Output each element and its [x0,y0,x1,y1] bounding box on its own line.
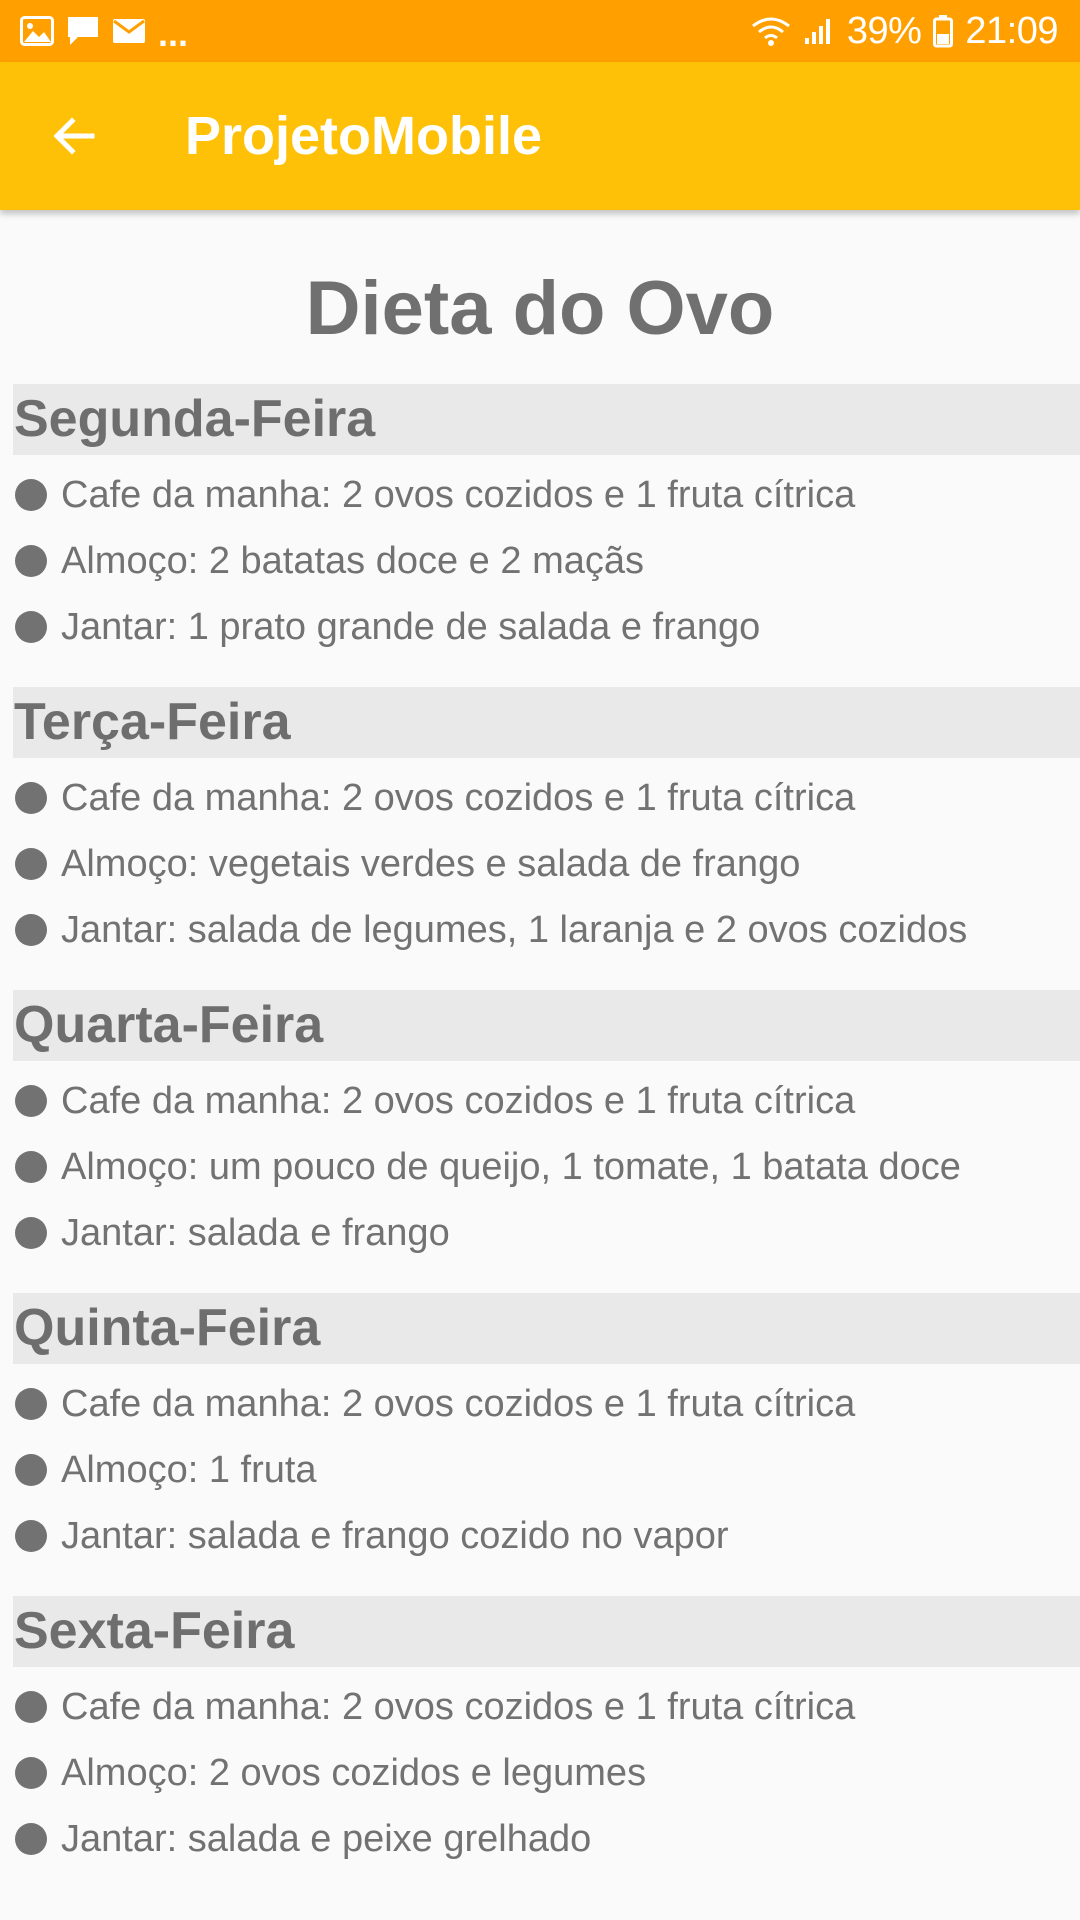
meal-item: Almoço: vegetais verdes e salada de fran… [13,831,1080,897]
page-title: Dieta do Ovo [305,266,775,351]
image-icon [20,16,54,46]
day-section: Quarta-Feira Cafe da manha: 2 ovos cozido… [13,990,1080,1293]
meal-item: Almoço: um pouco de queijo, 1 tomate, 1 … [13,1134,1080,1200]
day-header: Quarta-Feira [13,990,1080,1061]
bullet-icon [15,611,47,643]
day-section: Sexta-Feira Cafe da manha: 2 ovos cozidos… [13,1596,1080,1899]
bullet-icon [15,479,47,511]
bullet-icon [15,1454,47,1486]
day-section: Terça-Feira Cafe da manha: 2 ovos cozidos… [13,687,1080,990]
day-header: Quinta-Feira [13,1293,1080,1364]
diet-content: Dieta do Ovo Segunda-Feira Cafe da manha:… [0,210,1080,1899]
day-header: Sexta-Feira [13,1596,1080,1667]
meal-text: Almoço: vegetais verdes e salada de fran… [61,842,801,885]
meal-text: Almoço: 1 fruta [61,1448,317,1491]
meal-text: Cafe da manha: 2 ovos cozidos e 1 fruta … [61,1079,856,1122]
meal-list: Cafe da manha: 2 ovos cozidos e 1 fruta … [13,1061,1080,1293]
meal-text: Cafe da manha: 2 ovos cozidos e 1 fruta … [61,1382,856,1425]
meal-item: Jantar: salada e frango cozido no vapor [13,1503,1080,1569]
meal-text: Almoço: 2 ovos cozidos e legumes [61,1751,647,1794]
meal-text: Jantar: salada e frango cozido no vapor [61,1514,729,1557]
meal-item: Almoço: 2 ovos cozidos e legumes [13,1740,1080,1806]
day-header: Segunda-Feira [13,384,1080,455]
day-header: Terça-Feira [13,687,1080,758]
meal-item: Jantar: salada e peixe grelhado [13,1806,1080,1872]
bullet-icon [15,1388,47,1420]
app-title: ProjetoMobile [185,106,543,166]
meal-item: Almoço: 1 fruta [13,1437,1080,1503]
message-icon [66,15,100,47]
bullet-icon [15,1823,47,1855]
bullet-icon [15,782,47,814]
status-bar: ... 39% 21:09 [0,0,1080,62]
meal-item: Cafe da manha: 2 ovos cozidos e 1 fruta … [13,1674,1080,1740]
meal-text: Cafe da manha: 2 ovos cozidos e 1 fruta … [61,776,856,819]
meal-text: Almoço: 2 batatas doce e 2 maçãs [61,539,644,582]
meal-text: Jantar: salada e peixe grelhado [61,1817,592,1860]
meal-text: Cafe da manha: 2 ovos cozidos e 1 fruta … [61,473,856,516]
more-notifications: ... [158,13,189,54]
battery-percentage: 39% [846,9,922,52]
meal-text: Jantar: salada de legumes, 1 laranja e 2… [61,908,968,951]
day-section: Quinta-Feira Cafe da manha: 2 ovos cozido… [13,1293,1080,1596]
bullet-icon [15,914,47,946]
meal-text: Almoço: um pouco de queijo, 1 tomate, 1 … [61,1145,961,1188]
meal-list: Cafe da manha: 2 ovos cozidos e 1 fruta … [13,455,1080,687]
meal-item: Cafe da manha: 2 ovos cozidos e 1 fruta … [13,462,1080,528]
meal-list: Cafe da manha: 2 ovos cozidos e 1 fruta … [13,1364,1080,1596]
meal-text: Cafe da manha: 2 ovos cozidos e 1 fruta … [61,1685,856,1728]
bullet-icon [15,1757,47,1789]
meal-list: Cafe da manha: 2 ovos cozidos e 1 fruta … [13,1667,1080,1899]
bullet-icon [15,1217,47,1249]
system-icons: 39% 21:09 [751,10,1058,53]
app-bar: ProjetoMobile [0,62,1080,210]
back-button[interactable] [26,88,122,184]
bullet-icon [15,1085,47,1117]
bullet-icon [15,1520,47,1552]
meal-item: Cafe da manha: 2 ovos cozidos e 1 fruta … [13,1068,1080,1134]
email-icon [112,18,146,44]
wifi-icon [751,16,791,46]
meal-item: Jantar: salada e frango [13,1200,1080,1266]
meal-item: Almoço: 2 batatas doce e 2 maçãs [13,528,1080,594]
arrow-back-icon [53,117,95,155]
bullet-icon [15,1151,47,1183]
notification-icons: ... [20,10,188,52]
meal-text: Jantar: 1 prato grande de salada e frang… [61,605,761,648]
day-section: Segunda-Feira Cafe da manha: 2 ovos cozid… [13,384,1080,687]
bullet-icon [15,545,47,577]
meal-item: Jantar: salada de legumes, 1 laranja e 2… [13,897,1080,963]
bullet-icon [15,1691,47,1723]
battery-icon [933,14,954,48]
meal-text: Jantar: salada e frango [61,1211,450,1254]
signal-icon [803,16,835,46]
bullet-icon [15,848,47,880]
meal-item: Cafe da manha: 2 ovos cozidos e 1 fruta … [13,1371,1080,1437]
day-list: Segunda-Feira Cafe da manha: 2 ovos cozid… [0,384,1080,1899]
clock: 21:09 [965,9,1058,52]
meal-item: Cafe da manha: 2 ovos cozidos e 1 fruta … [13,765,1080,831]
meal-item: Jantar: 1 prato grande de salada e frang… [13,594,1080,660]
meal-list: Cafe da manha: 2 ovos cozidos e 1 fruta … [13,758,1080,990]
